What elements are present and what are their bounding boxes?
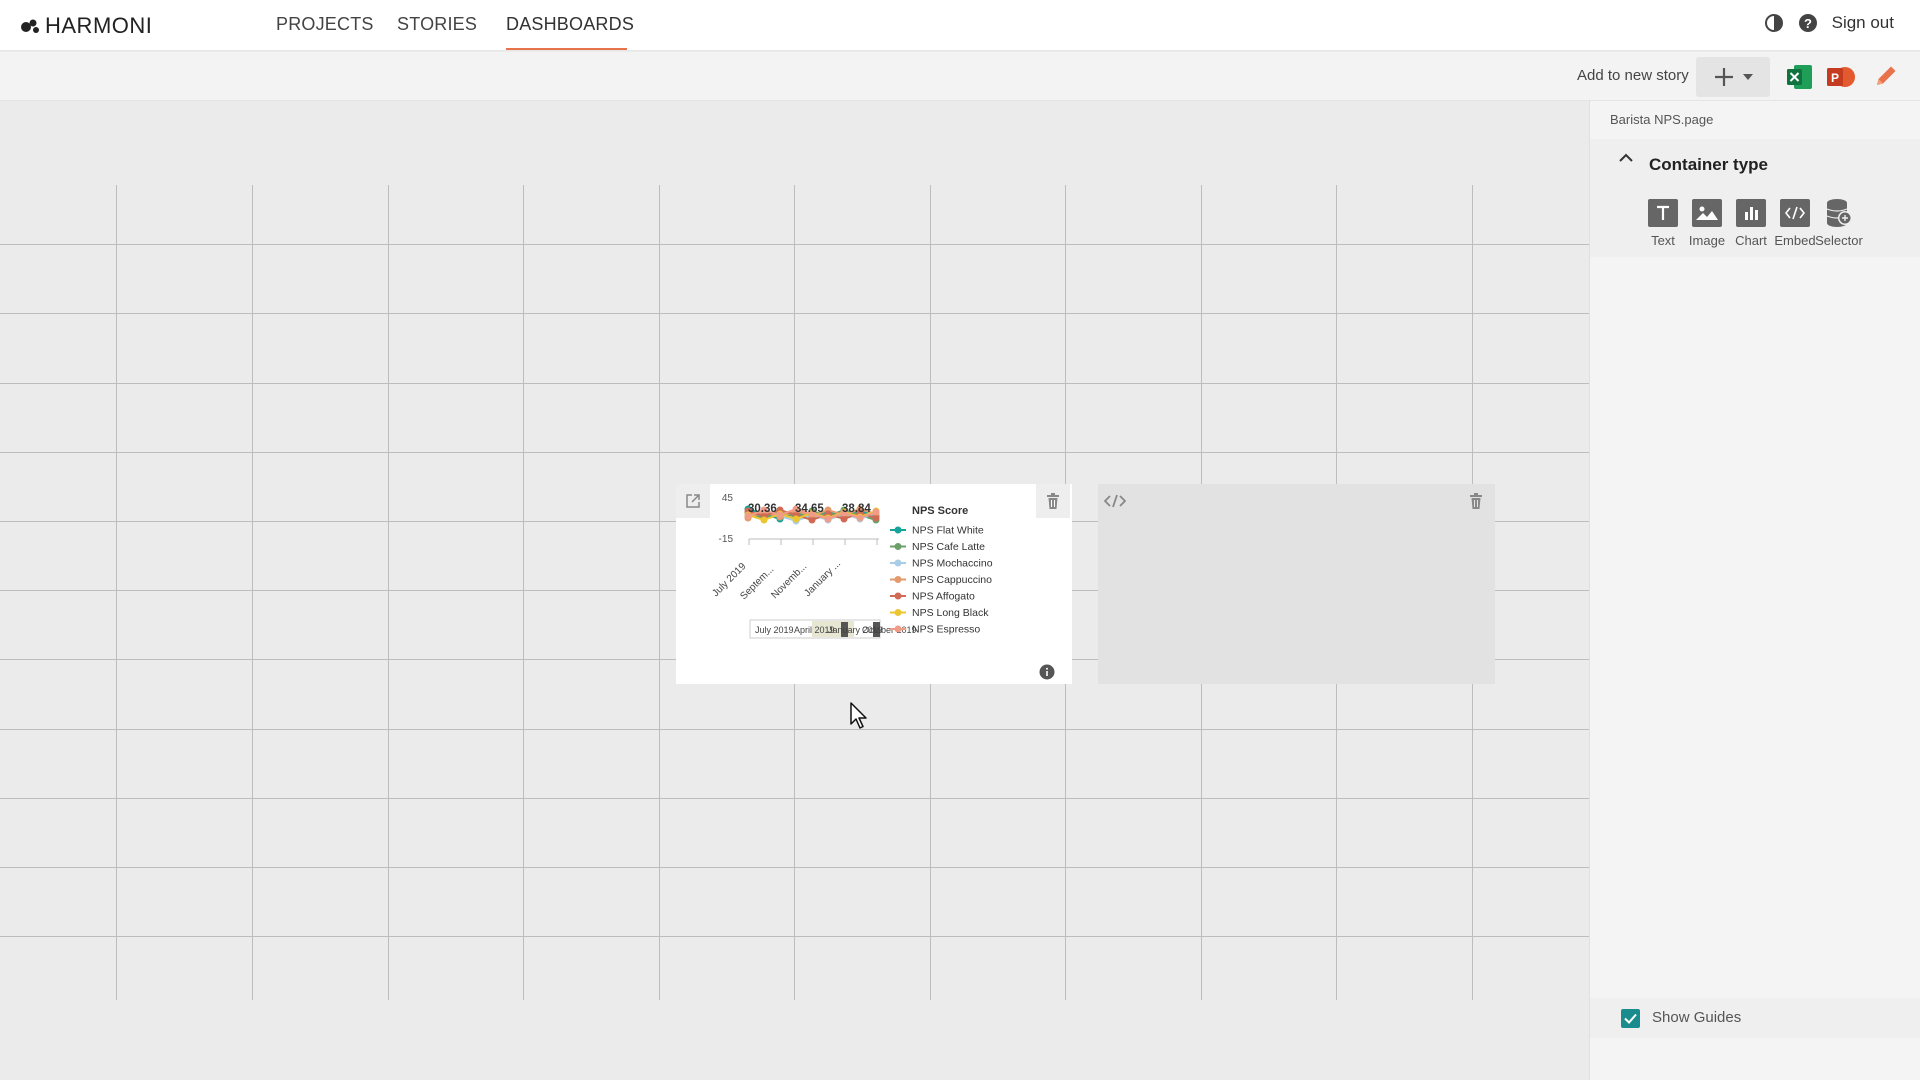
section-title: Container type [1649, 155, 1769, 174]
legend-label: NPS Affogato [912, 591, 975, 603]
legend-swatch-marker [894, 526, 902, 534]
add-to-story-button[interactable] [1696, 57, 1770, 97]
tab-stories[interactable]: STORIES [397, 14, 477, 35]
series-point [808, 516, 816, 524]
database-selector-icon [1824, 199, 1854, 227]
toolbar: Add to new story P [0, 52, 1920, 101]
container-type-image[interactable]: Image [1683, 199, 1731, 248]
logo-text: HARMONI [45, 13, 153, 38]
range-label: July 2019 [755, 625, 794, 635]
legend-swatch-marker [894, 576, 902, 583]
bar-chart-icon [1736, 199, 1766, 227]
active-tab-indicator [506, 48, 627, 50]
type-label: Embed [1774, 233, 1816, 248]
series-point [872, 514, 880, 522]
legend-label: NPS Long Black [912, 607, 989, 619]
checkmark-icon [1624, 1013, 1637, 1024]
series-point [840, 515, 848, 523]
help-icon[interactable]: ? [1798, 13, 1818, 33]
y-tick-label: -15 [719, 534, 734, 545]
legend-item[interactable]: NPS Affogato [890, 591, 975, 603]
embed-code-button[interactable] [1098, 484, 1132, 518]
trash-icon [1470, 493, 1482, 509]
legend-item[interactable]: NPS Mochaccino [890, 558, 993, 570]
type-label: Image [1688, 233, 1726, 248]
data-label: 38.84 [842, 503, 871, 515]
tab-dashboards[interactable]: DASHBOARDS [506, 14, 634, 35]
series-point [824, 515, 832, 523]
legend-label: NPS Cappuccino [912, 574, 992, 586]
chart-legend: NPS Flat White NPS Cafe Latte NPS Mochacci… [890, 525, 993, 636]
show-guides-row: Show Guides [1590, 998, 1920, 1038]
sign-out-link[interactable]: Sign out [1832, 13, 1894, 33]
code-icon [1780, 199, 1810, 227]
delete-widget-button[interactable] [1459, 484, 1493, 518]
series-point [760, 516, 768, 524]
legend-label: NPS Cafe Latte [912, 541, 985, 553]
nav-right-group: ? Sign out [1764, 13, 1894, 33]
code-icon [1104, 494, 1126, 508]
series-point [856, 514, 864, 522]
legend-swatch-marker [894, 592, 902, 600]
legend-item[interactable]: NPS Cafe Latte [890, 541, 985, 553]
excel-icon[interactable] [1786, 63, 1814, 91]
chart-widget[interactable]: 45 -15 30.36 34.65 38.84 July 2019 Septe… [676, 484, 1072, 684]
page-name: Barista NPS.page [1610, 112, 1714, 127]
tab-projects[interactable]: PROJECTS [276, 14, 374, 35]
caret-down-icon [1743, 74, 1753, 80]
container-type-selector[interactable]: Selector [1815, 199, 1863, 248]
legend-label: NPS Flat White [912, 525, 984, 537]
type-label: Selector [1815, 233, 1863, 248]
series-point [872, 508, 880, 516]
embed-widget[interactable] [1098, 484, 1495, 684]
legend-swatch-marker [894, 543, 902, 550]
data-label: 34.65 [795, 503, 824, 515]
powerpoint-icon[interactable]: P [1826, 63, 1856, 91]
type-label: Chart [1735, 233, 1767, 248]
chevron-up-icon[interactable] [1618, 153, 1634, 163]
image-type-icon [1692, 199, 1722, 227]
info-icon[interactable] [1039, 664, 1055, 680]
svg-text:?: ? [1804, 16, 1812, 31]
data-label: 30.36 [748, 503, 777, 515]
nps-line-chart[interactable]: 45 -15 30.36 34.65 38.84 July 2019 Septe… [676, 484, 1072, 684]
legend-swatch-marker [894, 625, 902, 633]
harmoni-logo-icon [21, 19, 39, 33]
top-navigation: HARMONI PROJECTS STORIES DASHBOARDS ? Si… [0, 0, 1920, 51]
properties-panel: Barista NPS.page Container type Text Ima… [1589, 101, 1920, 1080]
x-tick-labels: July 2019 Septem... Novemb... January ..… [710, 558, 843, 602]
svg-text:P: P [1831, 71, 1839, 85]
x-tick-label: Novemb... [769, 561, 809, 601]
legend-swatch-marker [894, 559, 902, 567]
legend-item[interactable]: NPS Long Black [890, 607, 989, 619]
container-type-embed[interactable]: Embed [1771, 199, 1819, 248]
legend-item[interactable]: NPS Cappuccino [890, 574, 992, 586]
plus-icon [1715, 68, 1733, 86]
container-type-text[interactable]: Text [1639, 199, 1687, 248]
container-type-header[interactable]: Container type [1590, 139, 1920, 189]
range-label: October 2019 [862, 625, 917, 635]
data-labels: 30.36 34.65 38.84 [748, 503, 871, 515]
legend-title: NPS Score [912, 505, 968, 517]
show-guides-checkbox[interactable] [1621, 1009, 1640, 1028]
logo[interactable]: HARMONI [20, 13, 152, 39]
edit-pencil-icon[interactable] [1873, 63, 1899, 89]
series-point [776, 511, 784, 519]
add-to-new-story-label: Add to new story [1577, 67, 1689, 84]
series-point [792, 515, 800, 523]
type-label: Text [1651, 233, 1675, 248]
legend-label: NPS Mochaccino [912, 558, 993, 570]
x-tick-label: January ... [802, 558, 843, 599]
y-tick-label: 45 [722, 493, 734, 504]
legend-item[interactable]: NPS Flat White [890, 525, 984, 537]
contrast-toggle-icon[interactable] [1764, 13, 1784, 33]
container-type-chart[interactable]: Chart [1727, 199, 1775, 248]
x-axis-ticks [748, 539, 878, 545]
legend-swatch-marker [894, 609, 902, 616]
show-guides-label: Show Guides [1652, 1009, 1742, 1026]
container-type-options: Text Image Chart Embed Selector [1590, 189, 1920, 257]
text-type-icon [1648, 199, 1678, 227]
legend-label: NPS Espresso [912, 624, 980, 636]
mouse-cursor-icon [850, 702, 867, 729]
